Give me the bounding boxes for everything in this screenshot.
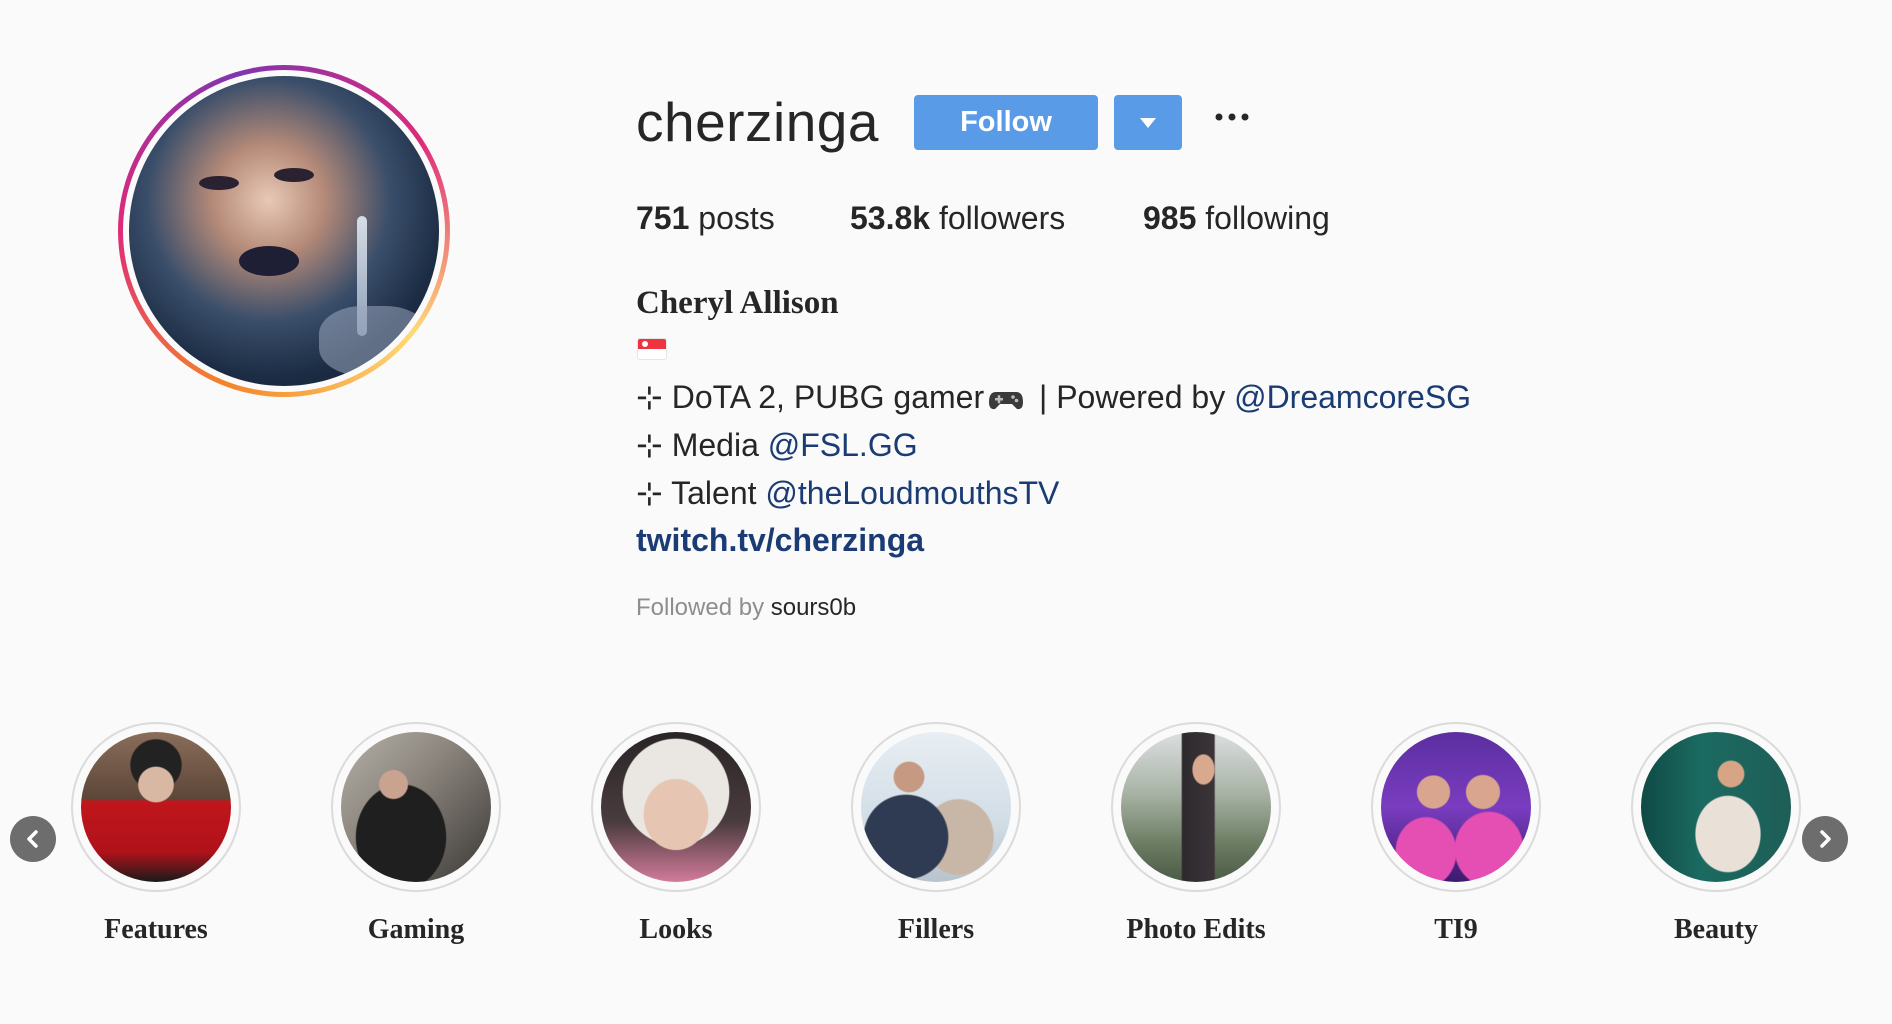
profile-full-name: Cheryl Allison (636, 285, 839, 321)
posts-stat: 751 posts (636, 200, 775, 237)
highlight-cover (601, 732, 751, 882)
more-options-button[interactable] (1212, 97, 1252, 137)
highlight-item[interactable]: Looks (591, 722, 761, 946)
followers-count: 53.8k (850, 200, 931, 236)
highlight-label: Looks (639, 914, 713, 945)
mention-fslgg-link[interactable]: @FSL.GG (768, 427, 918, 463)
highlight-label: Gaming (367, 914, 465, 945)
following-label: following (1205, 200, 1330, 236)
avatar-image (129, 76, 439, 386)
highlight-cover (861, 732, 1011, 882)
profile-username: cherzinga (636, 91, 879, 153)
bio-line-2-text: ⊹ Media (636, 427, 768, 463)
highlight-label: Fillers (897, 914, 975, 945)
website-link[interactable]: twitch.tv/cherzinga (636, 522, 924, 559)
highlight-item[interactable]: TI9 (1371, 722, 1541, 946)
bio-line-3-text: ⊹ Talent (636, 475, 766, 511)
highlight-item[interactable]: Features (71, 722, 241, 946)
posts-label: posts (698, 200, 775, 236)
chevron-left-icon (27, 830, 38, 848)
highlight-cover (81, 732, 231, 882)
followers-label: followers (938, 200, 1066, 236)
highlight-item[interactable]: Fillers (851, 722, 1021, 946)
mention-theloudmouthstv-link[interactable]: @theLoudmouthsTV (765, 475, 1059, 511)
followed-by-user: sours0b (770, 594, 857, 621)
bio-line-1-text: ⊹ DoTA 2, PUBG gamer (636, 379, 985, 415)
caret-down-icon (1140, 117, 1156, 128)
followers-stat[interactable]: 53.8k followers (850, 200, 1065, 237)
highlights-next-button[interactable] (1802, 816, 1848, 862)
followed-by-label: Followed by (636, 594, 765, 621)
singapore-flag-icon (638, 339, 666, 359)
followed-by[interactable]: Followed by sours0b (636, 594, 856, 622)
highlight-cover (341, 732, 491, 882)
bio-line-2: ⊹ Media @FSL.GG (636, 426, 918, 464)
follow-button[interactable]: Follow (914, 95, 1098, 150)
chevron-right-icon (1820, 830, 1831, 848)
following-stat[interactable]: 985 following (1143, 200, 1330, 237)
highlight-item[interactable]: Gaming (331, 722, 501, 946)
highlight-cover (1121, 732, 1271, 882)
highlight-cover (1381, 732, 1531, 882)
highlight-item[interactable]: Photo Edits (1111, 722, 1281, 946)
highlight-cover (1641, 732, 1791, 882)
mention-dreamcoresg-link[interactable]: @DreamcoreSG (1234, 379, 1471, 415)
suggested-dropdown-button[interactable] (1114, 95, 1182, 150)
profile-avatar[interactable] (118, 65, 450, 397)
gamepad-icon (989, 392, 1024, 410)
highlight-item[interactable]: Beauty (1631, 722, 1801, 946)
ellipsis-icon (1215, 113, 1249, 121)
highlight-label: Beauty (1674, 914, 1758, 945)
following-count: 985 (1143, 200, 1197, 236)
highlight-label: Features (104, 914, 208, 945)
bio-line-3: ⊹ Talent @theLoudmouthsTV (636, 474, 1059, 512)
posts-count: 751 (636, 200, 690, 236)
bio-line-1-middle: | Powered by (1030, 379, 1235, 415)
highlight-label: Photo Edits (1126, 914, 1266, 945)
highlight-label: TI9 (1434, 914, 1478, 945)
highlights-prev-button[interactable] (10, 816, 56, 862)
bio-line-1: ⊹ DoTA 2, PUBG gamer | Powered by @Dream… (636, 378, 1471, 416)
